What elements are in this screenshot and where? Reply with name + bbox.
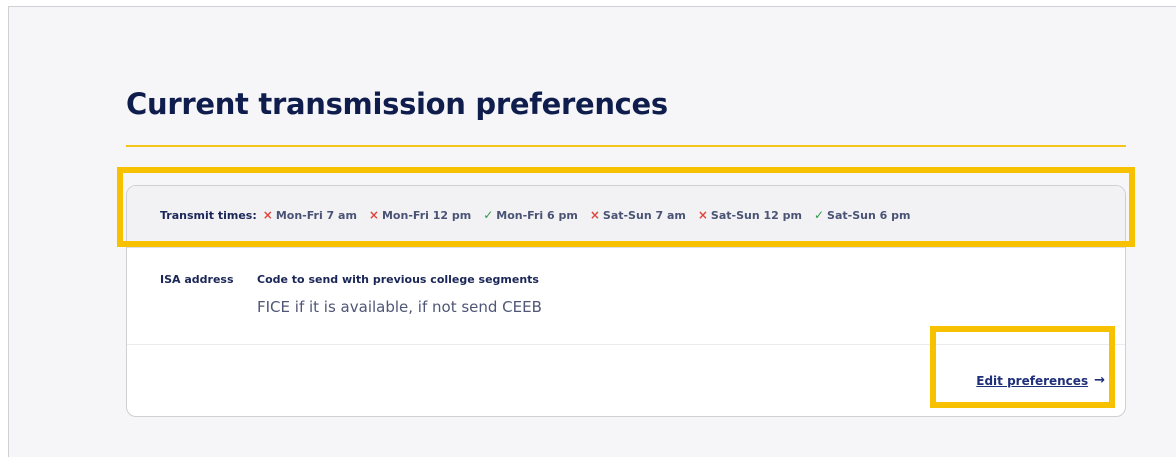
preferences-card: Transmit times: × Mon-Fri 7 am × Mon-Fri… [126,185,1126,417]
transmit-slot-sat-sun-7am: × Sat-Sun 7 am [590,208,686,222]
transmit-slot-sat-sun-6pm: ✓ Sat-Sun 6 pm [814,208,910,222]
transmit-slot-label: Mon-Fri 6 pm [496,208,578,222]
code-setting-value: FICE if it is available, if not send CEE… [257,298,542,316]
transmit-times-label: Transmit times: [160,208,257,222]
transmit-slot-sat-sun-12pm: × Sat-Sun 12 pm [698,208,802,222]
x-icon: × [368,208,379,222]
code-setting-label: Code to send with previous college segme… [257,273,539,286]
x-icon: × [589,208,600,222]
transmit-slot-label: Mon-Fri 12 pm [381,208,472,222]
transmit-slot-label: Sat-Sun 12 pm [710,208,802,222]
transmit-slot-label: Mon-Fri 7 am [275,208,357,222]
x-icon: × [697,208,708,222]
transmit-slot-mon-fri-6pm: ✓ Mon-Fri 6 pm [483,208,578,222]
check-icon: ✓ [813,208,825,222]
transmit-slot-mon-fri-12pm: × Mon-Fri 12 pm [369,208,471,222]
transmit-slot-label: Sat-Sun 6 pm [827,208,911,222]
title-divider [126,145,1126,147]
isa-address-label: ISA address [160,273,234,286]
x-icon: × [262,208,273,222]
transmit-times: Transmit times: × Mon-Fri 7 am × Mon-Fri… [160,208,922,222]
transmit-slot-label: Sat-Sun 7 am [602,208,686,222]
edit-preferences-link[interactable]: Edit preferences → [976,373,1105,388]
page-title: Current transmission preferences [126,87,668,121]
arrow-right-icon: → [1094,373,1105,388]
isa-details: ISA address Code to send with previous c… [127,248,1125,345]
transmit-slot-mon-fri-7am: × Mon-Fri 7 am [263,208,357,222]
transmit-times-row: Transmit times: × Mon-Fri 7 am × Mon-Fri… [127,186,1125,248]
check-icon: ✓ [483,208,494,222]
edit-preferences-label[interactable]: Edit preferences [976,374,1088,388]
